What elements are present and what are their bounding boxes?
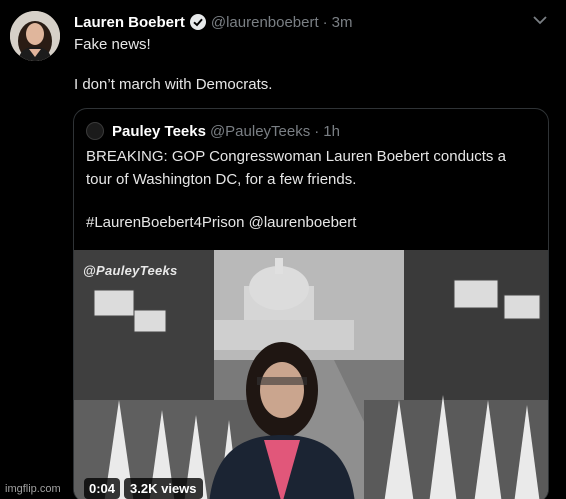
quoted-tweet-time[interactable]: 1h [323, 123, 340, 140]
video-badges: 0:04 3.2K views [84, 478, 203, 499]
quoted-tweet-text: BREAKING: GOP Congresswoman Lauren Boebe… [86, 145, 536, 234]
quoted-line: #LaurenBoebert4Prison @laurenboebert [86, 214, 357, 231]
time-separator: · [322, 13, 328, 31]
tweet-time[interactable]: 3m [332, 14, 353, 31]
quoted-author-name[interactable]: Pauley Teeks [112, 123, 206, 140]
tweet-text: Fake news! I don’t march with Democrats. [74, 35, 272, 95]
quoted-avatar[interactable] [86, 122, 104, 140]
quoted-tweet[interactable]: Pauley Teeks @PauleyTeeks · 1h BREAKING:… [73, 108, 549, 499]
quoted-line: tour of Washington DC, for a few friends… [86, 171, 357, 188]
quoted-tweet-header: Pauley Teeks @PauleyTeeks · 1h [86, 122, 340, 140]
tweet-header: Lauren Boebert @laurenboebert · 3m [74, 11, 353, 33]
quoted-author-handle[interactable]: @PauleyTeeks [210, 123, 310, 140]
tweet: Lauren Boebert @laurenboebert · 3m Fake … [0, 0, 566, 499]
video-frame [74, 250, 548, 499]
author-name[interactable]: Lauren Boebert [74, 14, 185, 31]
author-handle[interactable]: @laurenboebert [211, 14, 319, 31]
time-separator: · [314, 122, 320, 140]
quoted-line: BREAKING: GOP Congresswoman Lauren Boebe… [86, 148, 506, 165]
imgflip-credit: imgflip.com [5, 483, 61, 495]
verified-badge-icon [189, 13, 207, 31]
chevron-down-icon[interactable] [530, 14, 550, 28]
video-duration: 0:04 [84, 478, 121, 499]
tweet-line: I don’t march with Democrats. [74, 76, 273, 93]
video-watermark: @PauleyTeeks [83, 263, 178, 278]
tweet-line: Fake news! [74, 36, 151, 53]
video-player[interactable]: @PauleyTeeks 0:04 3.2K views [74, 250, 548, 499]
video-views: 3.2K views [124, 478, 203, 499]
avatar[interactable] [10, 11, 60, 61]
